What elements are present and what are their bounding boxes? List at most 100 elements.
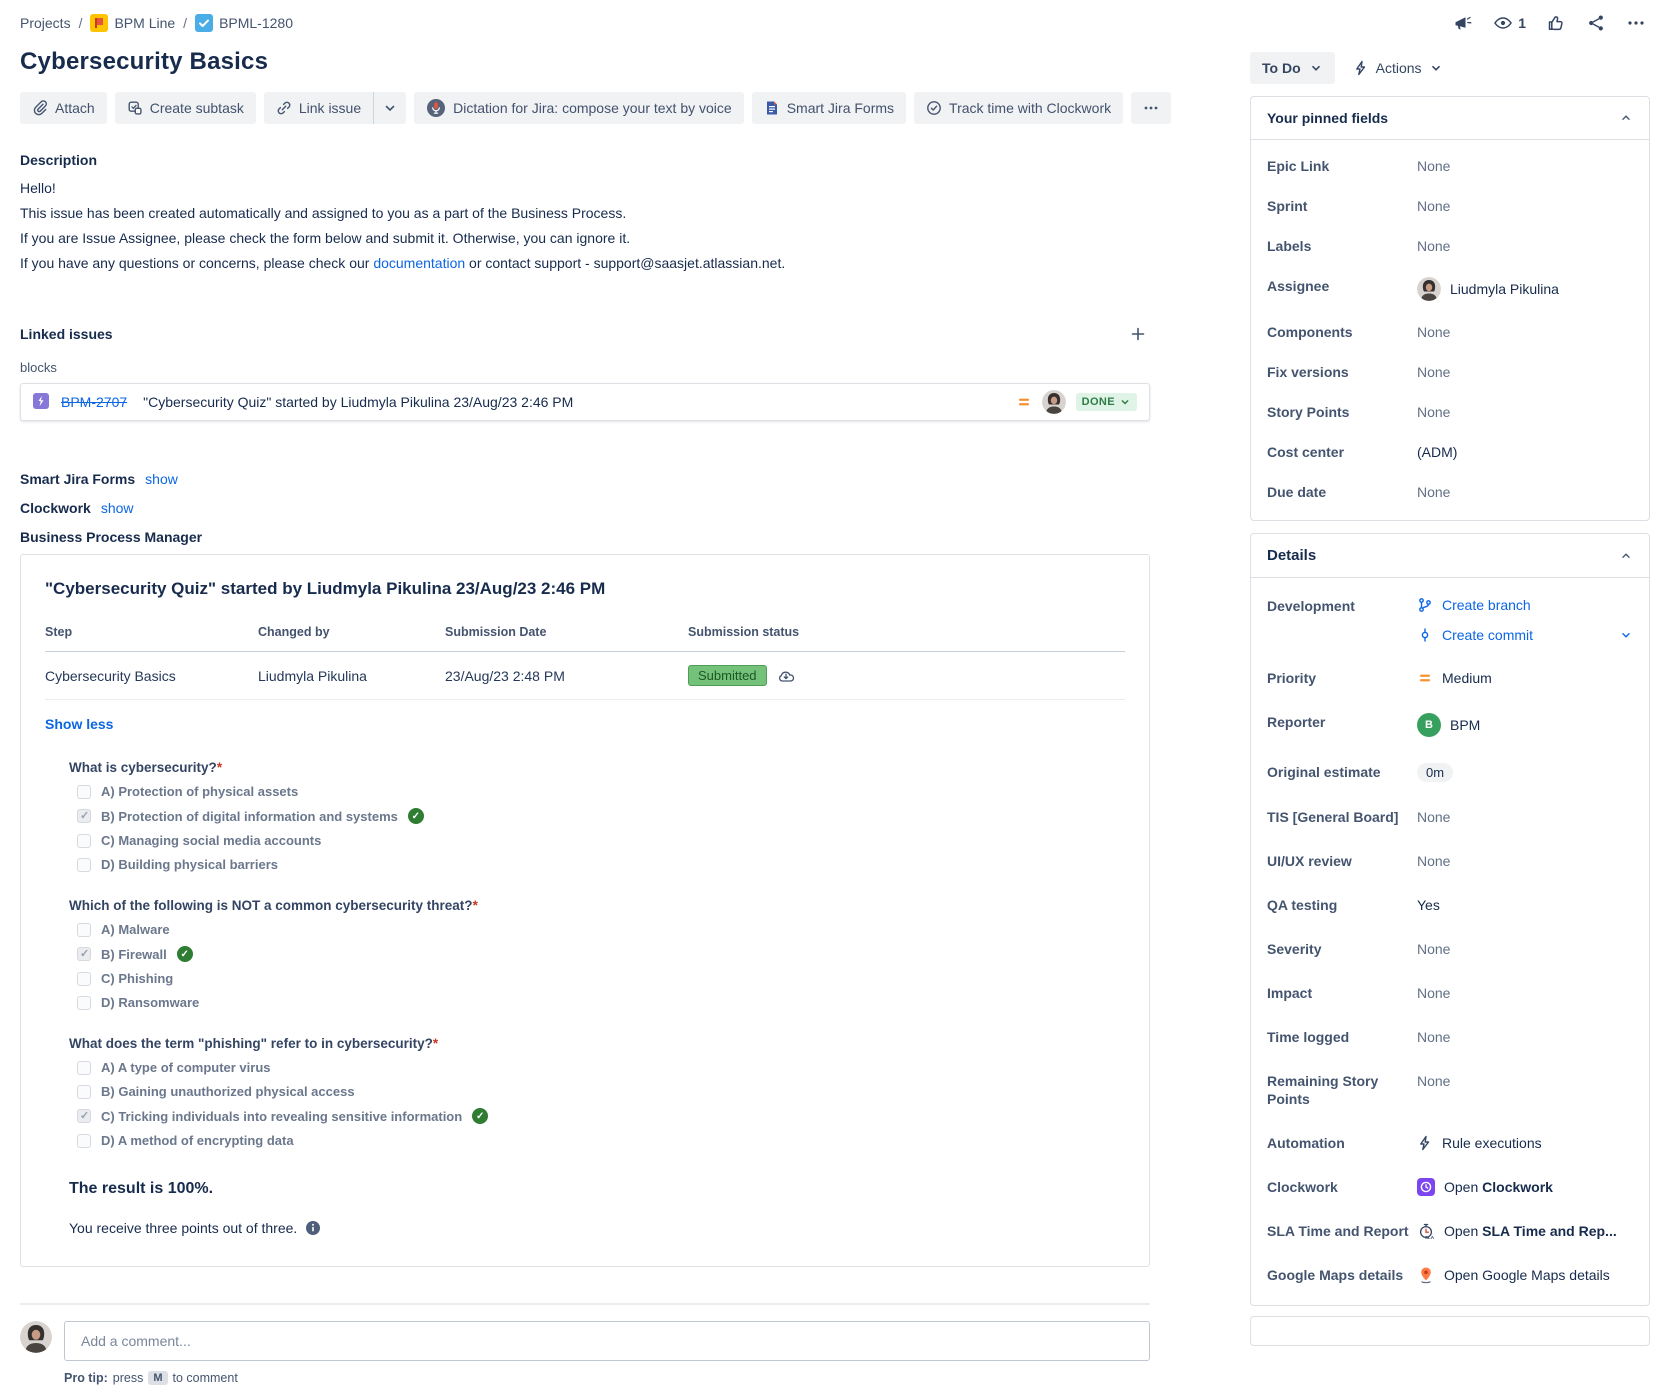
field-labels[interactable]: LabelsNone	[1251, 226, 1649, 266]
required-asterisk: *	[217, 760, 222, 775]
pinned-fields-header[interactable]: Your pinned fields	[1251, 97, 1649, 140]
branch-icon	[1417, 597, 1433, 613]
clockwork-app-icon	[1417, 1178, 1435, 1196]
development-expand-chevron[interactable]	[1619, 628, 1633, 642]
breadcrumb-separator: /	[183, 15, 187, 31]
current-user-avatar	[20, 1321, 52, 1353]
field-fix-versions[interactable]: Fix versionsNone	[1251, 352, 1649, 392]
keyboard-key-m: M	[148, 1371, 167, 1385]
actions-dropdown[interactable]: Actions	[1353, 52, 1443, 84]
field-clockwork[interactable]: Clockwork Open Clockwork	[1251, 1165, 1649, 1209]
clockwork-show-link[interactable]: show	[101, 500, 134, 516]
checkbox-icon	[77, 785, 91, 799]
quiz-option[interactable]: B) Firewall✓	[77, 946, 1125, 962]
attach-button[interactable]: Attach	[20, 92, 107, 124]
quiz-result: The result is 100%.	[69, 1180, 1125, 1198]
smart-jira-forms-button[interactable]: Smart Jira Forms	[752, 92, 906, 124]
required-asterisk: *	[433, 1036, 438, 1051]
field-due-date[interactable]: Due dateNone	[1251, 472, 1649, 512]
checkbox-icon	[77, 858, 91, 872]
ellipsis-icon	[1143, 100, 1159, 116]
breadcrumb-issue[interactable]: BPML-1280	[195, 14, 293, 32]
show-less-link[interactable]: Show less	[45, 716, 113, 732]
dictation-button[interactable]: Dictation for Jira: compose your text by…	[414, 92, 744, 124]
quiz-option[interactable]: B) Protection of digital information and…	[77, 808, 1125, 824]
field-sla-time-report[interactable]: SLA Time and Report SLA Open SLA Time an…	[1251, 1209, 1649, 1253]
field-original-estimate[interactable]: Original estimate 0m	[1251, 750, 1649, 795]
quiz-option[interactable]: D) Ransomware	[77, 995, 1125, 1010]
field-sprint[interactable]: SprintNone	[1251, 186, 1649, 226]
chevron-up-icon	[1619, 111, 1633, 125]
field-severity[interactable]: SeverityNone	[1251, 927, 1649, 971]
automation-lightning-icon	[1417, 1135, 1433, 1151]
linked-issue-key[interactable]: BPM-2707	[61, 394, 127, 410]
quiz-option[interactable]: D) Building physical barriers	[77, 857, 1125, 872]
field-remaining-story-points[interactable]: Remaining Story PointsNone	[1251, 1059, 1649, 1121]
estimate-pill: 0m	[1417, 763, 1453, 782]
field-qa-testing[interactable]: QA testingYes	[1251, 883, 1649, 927]
breadcrumb: Projects / BPM Line / BPML-1280	[20, 14, 1150, 32]
submitted-badge: Submitted	[688, 665, 767, 686]
field-epic-link[interactable]: Epic LinkNone	[1251, 146, 1649, 186]
linked-issues-heading: Linked issues	[20, 326, 113, 342]
details-panel: Details Development Create branch Create…	[1250, 533, 1650, 1306]
field-components[interactable]: ComponentsNone	[1251, 312, 1649, 352]
quiz-option[interactable]: B) Gaining unauthorized physical access	[77, 1084, 1125, 1099]
quiz-option[interactable]: C) Managing social media accounts	[77, 833, 1125, 848]
link-issue-button[interactable]: Link issue	[264, 92, 373, 124]
documentation-link[interactable]: documentation	[373, 255, 465, 271]
comment-input[interactable]	[64, 1321, 1150, 1361]
breadcrumb-projects[interactable]: Projects	[20, 15, 71, 31]
field-story-points[interactable]: Story PointsNone	[1251, 392, 1649, 432]
field-assignee[interactable]: Assignee Liudmyla Pikulina	[1251, 266, 1649, 312]
clockwork-section: Clockwork show	[20, 500, 1150, 516]
create-subtask-button[interactable]: Create subtask	[115, 92, 256, 124]
field-tis-general-board[interactable]: TIS [General Board]None	[1251, 795, 1649, 839]
checkbox-icon	[77, 834, 91, 848]
toolbar-more-button[interactable]	[1131, 92, 1171, 124]
link-issue-more-button[interactable]	[373, 92, 406, 124]
info-icon[interactable]	[305, 1220, 321, 1236]
field-automation[interactable]: Automation Rule executions	[1251, 1121, 1649, 1165]
reporter-avatar: B	[1417, 713, 1441, 737]
required-asterisk: *	[473, 898, 478, 913]
quiz-option[interactable]: A) Protection of physical assets	[77, 784, 1125, 799]
quiz-option[interactable]: A) Malware	[77, 922, 1125, 937]
link-relation-label: blocks	[20, 360, 1150, 375]
quiz-option[interactable]: D) A method of encrypting data	[77, 1133, 1125, 1148]
field-time-logged[interactable]: Time loggedNone	[1251, 1015, 1649, 1059]
linked-issue-summary[interactable]: "Cybersecurity Quiz" started by Liudmyla…	[143, 394, 1005, 410]
smart-jira-forms-show-link[interactable]: show	[145, 471, 178, 487]
table-row: Cybersecurity Basics Liudmyla Pikulina 2…	[45, 652, 1125, 700]
sla-stopwatch-icon: SLA	[1417, 1222, 1435, 1240]
bpm-panel: "Cybersecurity Quiz" started by Liudmyla…	[20, 554, 1150, 1267]
microphone-icon	[426, 98, 446, 118]
details-header[interactable]: Details	[1251, 534, 1649, 578]
status-actions-row: To Do Actions	[1250, 52, 1650, 84]
field-google-maps[interactable]: Google Maps details Open Google Maps det…	[1251, 1253, 1649, 1297]
quiz-question: What does the term "phishing" refer to i…	[69, 1036, 1125, 1051]
create-commit-link[interactable]: Create commit	[1417, 627, 1633, 643]
priority-medium-icon	[1016, 394, 1032, 410]
quiz-option[interactable]: C) Tricking individuals into revealing s…	[77, 1108, 1125, 1124]
field-impact[interactable]: ImpactNone	[1251, 971, 1649, 1015]
linked-issue-status-dropdown[interactable]: DONE	[1076, 393, 1137, 411]
field-reporter[interactable]: Reporter B BPM	[1251, 700, 1649, 750]
status-dropdown[interactable]: To Do	[1250, 52, 1335, 84]
track-time-button[interactable]: Track time with Clockwork	[914, 92, 1123, 124]
plus-icon	[1130, 326, 1146, 342]
quiz-points: You receive three points out of three.	[69, 1220, 1125, 1236]
breadcrumb-project[interactable]: BPM Line	[90, 14, 175, 32]
breadcrumb-separator: /	[79, 15, 83, 31]
add-linked-issue-button[interactable]	[1126, 322, 1150, 346]
quiz-option[interactable]: A) A type of computer virus	[77, 1060, 1125, 1075]
field-uiux-review[interactable]: UI/UX reviewNone	[1251, 839, 1649, 883]
field-priority[interactable]: Priority Medium	[1251, 656, 1649, 700]
linked-issue-row[interactable]: BPM-2707 "Cybersecurity Quiz" started by…	[20, 383, 1150, 421]
field-cost-center[interactable]: Cost center(ADM)	[1251, 432, 1649, 472]
checkbox-icon	[77, 1085, 91, 1099]
priority-medium-icon	[1417, 670, 1433, 686]
cloud-download-icon[interactable]	[777, 668, 793, 684]
quiz-option[interactable]: C) Phishing	[77, 971, 1125, 986]
create-branch-link[interactable]: Create branch	[1417, 597, 1633, 613]
